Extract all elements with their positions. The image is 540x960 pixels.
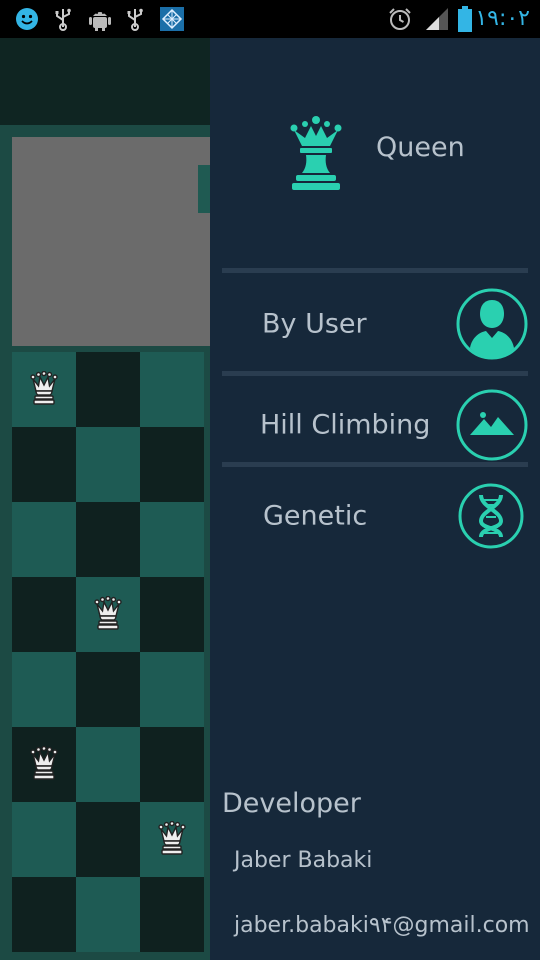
board-cell[interactable]: [140, 877, 204, 952]
menu-item-label: Genetic: [263, 500, 368, 532]
board-cell[interactable]: [76, 877, 140, 952]
board-cell[interactable]: [12, 652, 76, 727]
board-cell[interactable]: [140, 502, 204, 577]
status-time: ١٩:٠٢: [475, 6, 530, 31]
board-cell[interactable]: [140, 652, 204, 727]
status-bar: ١٩:٠٢: [0, 0, 540, 38]
board-cell[interactable]: [76, 502, 140, 577]
drawer-divider: [222, 268, 528, 273]
app-grid-icon: [158, 6, 186, 32]
app-title: Queen: [376, 132, 465, 163]
board-cell[interactable]: [140, 577, 204, 652]
board-cell[interactable]: [76, 427, 140, 502]
queen-piece-icon: [158, 820, 186, 859]
board-cell[interactable]: [76, 652, 140, 727]
board-cell[interactable]: [12, 352, 76, 427]
drawer-header: Queen: [210, 38, 540, 268]
mountain-icon: [456, 389, 528, 461]
board-cell[interactable]: [140, 802, 204, 877]
board-cell[interactable]: [76, 727, 140, 802]
dna-icon: [458, 483, 524, 549]
board-cell[interactable]: [140, 727, 204, 802]
queen-chess-icon: [290, 116, 342, 190]
queen-piece-icon: [30, 745, 58, 784]
developer-email[interactable]: jaber.babaki٩۴@gmail.com: [234, 913, 530, 938]
board-cell[interactable]: [12, 502, 76, 577]
developer-name: Jaber Babaki: [234, 848, 373, 873]
board-cell[interactable]: [12, 802, 76, 877]
drawer-divider: [222, 462, 528, 467]
board-cell[interactable]: [12, 877, 76, 952]
board-cell[interactable]: [12, 727, 76, 802]
drawer-divider: [222, 371, 528, 376]
alarm-icon: [387, 6, 413, 32]
menu-item-label: By User: [262, 308, 367, 340]
navigation-drawer: Queen By User Hill Climbing Genetic Deve…: [210, 38, 540, 960]
user-icon: [456, 288, 528, 360]
menu-item-genetic[interactable]: Genetic: [210, 472, 540, 560]
board-cell[interactable]: [76, 577, 140, 652]
queen-piece-icon: [94, 595, 122, 634]
board-cell[interactable]: [12, 427, 76, 502]
developer-heading: Developer: [222, 788, 361, 819]
usb-icon: [52, 6, 74, 32]
board-cell[interactable]: [76, 352, 140, 427]
board-cell[interactable]: [76, 802, 140, 877]
board-cell[interactable]: [12, 577, 76, 652]
usb-icon: [124, 6, 146, 32]
board-cell[interactable]: [140, 427, 204, 502]
menu-item-by-user[interactable]: By User: [210, 280, 540, 368]
smiley-icon: [14, 6, 40, 32]
android-debug-icon: [88, 6, 112, 32]
signal-icon: [424, 6, 450, 32]
battery-icon: [456, 6, 474, 32]
queen-piece-icon: [30, 370, 58, 409]
menu-item-hill-climbing[interactable]: Hill Climbing: [210, 381, 540, 469]
menu-item-label: Hill Climbing: [260, 409, 431, 441]
board-cell[interactable]: [140, 352, 204, 427]
